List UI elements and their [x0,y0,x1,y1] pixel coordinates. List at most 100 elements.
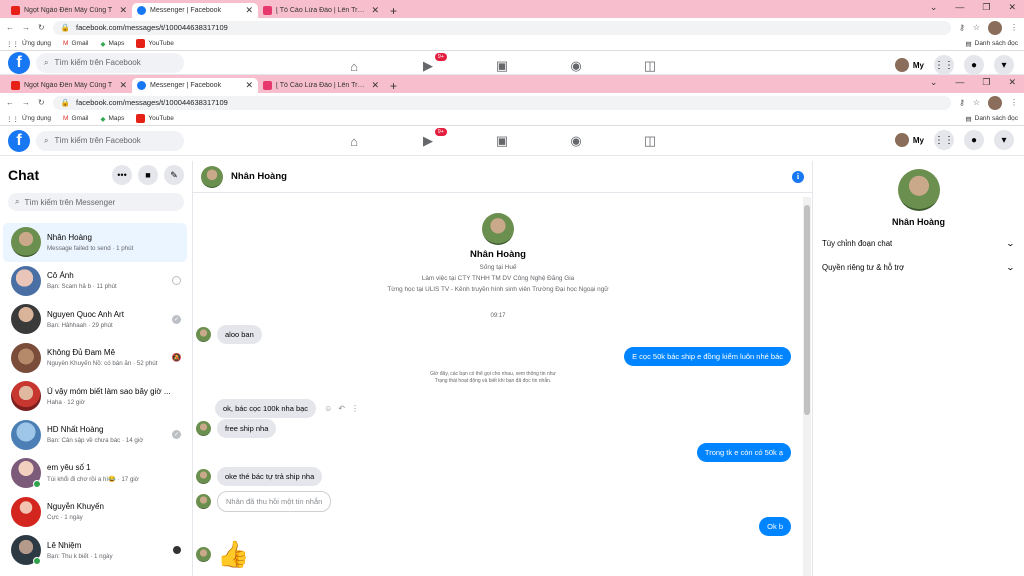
menu-icon[interactable]: ⋮ [1010,98,1018,107]
conversation-item[interactable]: Nguyễn Khuyến Cực · 1 ngày [3,493,187,532]
tab-report[interactable]: [ Tố Cáo Lừa Đảo | Lên Trung Tâ✕ [258,3,384,18]
more-icon[interactable]: ⋮ [351,404,359,413]
star-icon[interactable]: ☆ [973,23,980,32]
tab-messenger[interactable]: Messenger | Facebook ✕ [132,78,258,93]
new-message-button[interactable]: ✎ [164,165,184,185]
avatar[interactable] [201,165,223,188]
forward-icon[interactable]: → [22,23,30,32]
gaming-icon[interactable]: ◫ [641,132,659,150]
minimize-icon[interactable]: — [955,77,964,88]
menu-icon[interactable]: ⋮ [1010,23,1018,32]
minimize-icon[interactable]: — [955,2,964,13]
reload-icon[interactable]: ↻ [38,23,45,32]
bookmark-maps[interactable]: ◆ Maps [100,40,124,48]
menu-grid-icon[interactable]: ⋮⋮ [934,130,954,150]
key-icon[interactable]: ⚷ [959,98,965,107]
account-chevron-icon[interactable]: ▾ [994,55,1014,74]
tab-messenger[interactable]: Messenger | Facebook ✕ [132,3,258,18]
close-icon[interactable]: ✕ [1008,2,1016,13]
more-options-button[interactable]: ••• [112,165,132,185]
new-tab-icon[interactable]: + [390,79,397,93]
close-icon[interactable]: ✕ [371,5,379,16]
messenger-search-input[interactable]: ⌕ Tìm kiếm trên Messenger [8,193,184,211]
avatar [11,535,41,566]
new-tab-icon[interactable]: + [390,4,397,18]
scrollbar-thumb[interactable] [804,205,810,415]
back-icon[interactable]: ← [6,23,14,32]
close-icon[interactable]: ✕ [371,80,379,91]
bookmark-youtube[interactable]: YouTube [136,39,174,48]
me-profile[interactable]: My [894,133,924,147]
conversation-name[interactable]: Nhân Hoàng [231,171,784,182]
reply-icon[interactable]: ↶ [338,404,345,413]
conversation-item[interactable]: Cô Ảnh Bạn: Scam hả b · 11 phút [3,262,187,301]
close-icon[interactable]: ✕ [119,80,127,91]
me-profile[interactable]: My [894,58,924,72]
apps-grid-icon: ⋮⋮ [6,115,19,123]
search-icon: ⌕ [44,135,49,145]
close-icon[interactable]: ✕ [119,5,127,16]
bookmark-gmail[interactable]: M Gmail [63,115,88,122]
bookmark-apps[interactable]: ⋮⋮ Ứng dụng [6,40,51,48]
conversation-item[interactable]: Lê Nhiệm Bạn: Thu k biết · 1 ngày [3,531,187,570]
url-field[interactable]: 🔒 facebook.com/messages/t/100044638317109 [52,20,951,35]
bookmark-apps[interactable]: ⋮⋮ Ứng dụng [6,115,51,123]
key-icon[interactable]: ⚷ [959,23,965,32]
restore-icon[interactable]: ❐ [982,77,990,88]
reading-list[interactable]: ▤ Danh sách đọc [965,40,1018,48]
chevron-down-icon[interactable]: ⌄ [930,77,938,88]
watch-icon[interactable]: ▶ 9+ [419,128,447,150]
marketplace-icon[interactable]: ▣ [493,132,511,150]
marketplace-icon[interactable]: ▣ [493,57,511,74]
conversation-item[interactable]: em yêu số 1 Túi khổi đi chơ rồi a hì😂 · 1… [3,454,187,493]
bookmark-gmail[interactable]: M Gmail [63,40,88,47]
groups-icon[interactable]: ◉ [567,132,585,150]
notifications-icon[interactable]: ● [964,130,984,150]
info-icon[interactable]: i [792,170,804,183]
url-field[interactable]: 🔒 facebook.com/messages/t/100044638317109 [52,95,951,110]
video-call-room-button[interactable]: ■ [138,165,158,185]
tab-youtube[interactable]: Ngọt Ngào Đến Mấy Cũng T ✕ [6,3,132,18]
gaming-icon[interactable]: ◫ [641,57,659,74]
home-icon[interactable]: ⌂ [345,132,363,150]
thumbs-up-icon[interactable]: 👍 [217,539,249,570]
reload-icon[interactable]: ↻ [38,98,45,107]
react-icon[interactable]: ☺ [324,404,332,413]
notifications-icon[interactable]: ● [964,55,984,74]
forward-icon[interactable]: → [22,98,30,107]
privacy-support-item[interactable]: Quyền riêng tư & hỗ trợ ⌄ [813,259,1024,275]
avatar[interactable] [897,169,940,211]
watch-icon[interactable]: ▶ 9+ [419,53,447,74]
window-controls: ⌄ — ❐ ✕ [930,77,1016,88]
home-icon[interactable]: ⌂ [345,57,363,74]
fb-search-input[interactable]: ⌕ Tìm kiếm trên Facebook [36,130,184,151]
account-chevron-icon[interactable]: ▾ [994,130,1014,150]
bookmark-maps[interactable]: ◆ Maps [100,115,124,123]
back-icon[interactable]: ← [6,98,14,107]
customize-chat-item[interactable]: Tùy chỉnh đoạn chat ⌄ [813,235,1024,251]
tab-report[interactable]: [ Tố Cáo Lừa Đảo | Lên Trung Tâ✕ [258,78,384,93]
facebook-logo[interactable]: f [8,51,30,74]
fb-search-input[interactable]: ⌕ Tìm kiếm trên Facebook [36,52,184,73]
bookmark-youtube[interactable]: YouTube [136,114,174,123]
tab-youtube[interactable]: Ngọt Ngào Đến Mấy Cũng T ✕ [6,78,132,93]
close-icon[interactable]: ✕ [245,80,253,91]
conversation-item[interactable]: Không Đủ Đam Mê Nguyễn Khuyến Nồ: có bán … [3,339,187,378]
menu-grid-icon[interactable]: ⋮⋮ [934,55,954,74]
facebook-logo[interactable]: f [8,129,30,152]
conversation-item[interactable]: Nhân Hoàng Message failed to send · 1 phú… [3,223,187,262]
scrollbar[interactable] [803,197,811,576]
chevron-down-icon[interactable]: ⌄ [930,2,938,13]
close-icon[interactable]: ✕ [245,5,253,16]
conversation-item[interactable]: Ủ vậy móm biết làm sao bây giờ ... Haha ·… [3,377,187,416]
groups-icon[interactable]: ◉ [567,57,585,74]
profile-avatar[interactable] [988,20,1002,35]
close-icon[interactable]: ✕ [1008,77,1016,88]
avatar [11,304,41,335]
conversation-item[interactable]: HD Nhất Hoàng Bạn: Cân sập về chưa bác · … [3,416,187,455]
reading-list[interactable]: ▤ Danh sách đọc [965,115,1018,123]
restore-icon[interactable]: ❐ [982,2,990,13]
profile-avatar[interactable] [988,95,1002,110]
conversation-item[interactable]: Nguyen Quoc Anh Art Bạn: Hâhhaah · 29 phú… [3,300,187,339]
star-icon[interactable]: ☆ [973,98,980,107]
